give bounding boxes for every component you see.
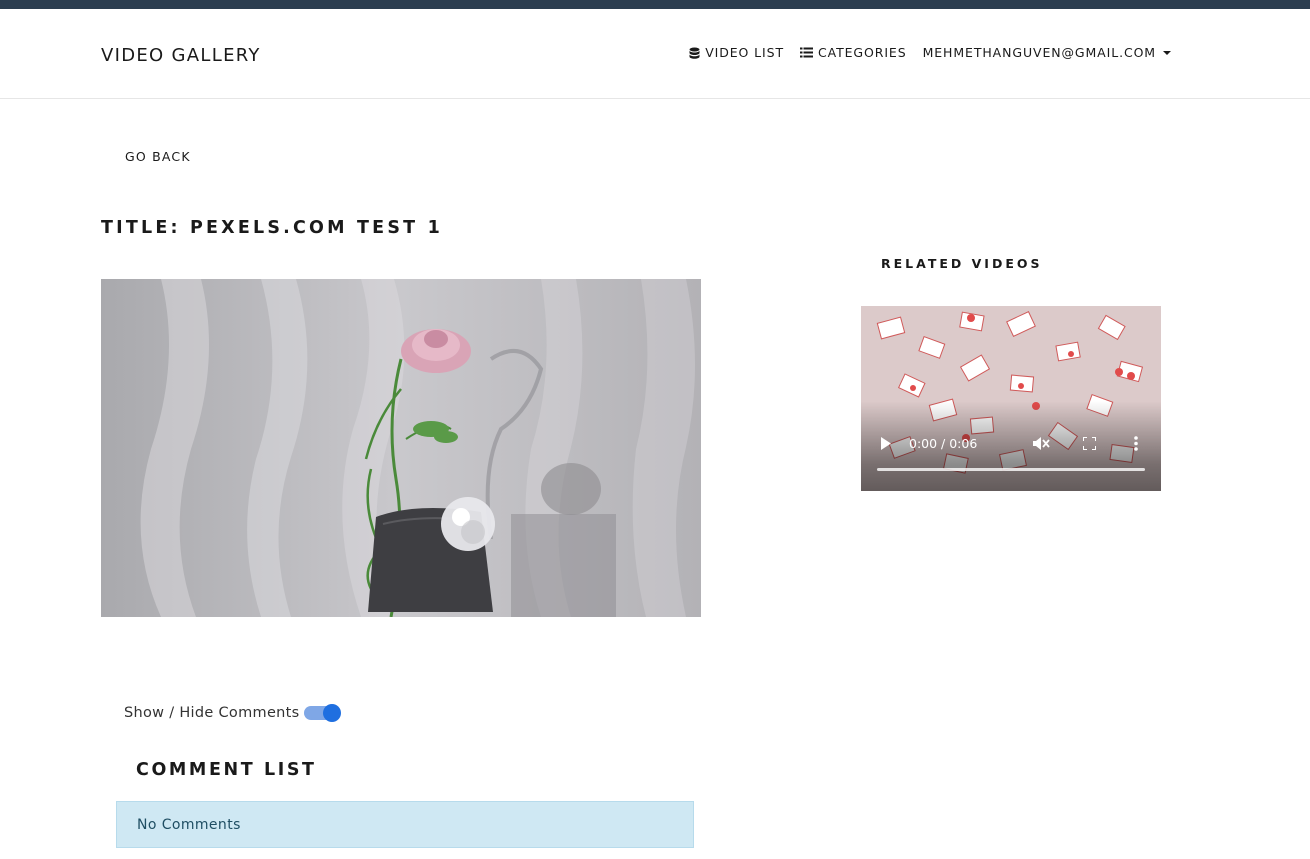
related-video-player[interactable]: 0:00 / 0:06	[861, 306, 1161, 491]
video-title: TITLE: PEXELS.COM TEST 1	[101, 218, 443, 238]
brand-link[interactable]: VIDEO GALLERY	[101, 45, 261, 66]
user-email: MEHMETHANGUVEN@GMAIL.COM	[922, 45, 1156, 60]
video-frame	[101, 279, 701, 617]
top-accent-bar	[0, 0, 1310, 9]
no-comments-text: No Comments	[137, 817, 241, 833]
related-videos-heading: RELATED VIDEOS	[881, 256, 1043, 271]
comment-list-heading: COMMENT LIST	[136, 760, 317, 780]
list-icon	[799, 47, 813, 58]
nav-categories[interactable]: CATEGORIES	[799, 45, 907, 60]
navbar: VIDEO GALLERY VIDEO LIST CATEGORIES MEHM…	[0, 9, 1310, 99]
more-options-icon[interactable]	[1134, 436, 1138, 451]
fullscreen-icon[interactable]	[1083, 437, 1096, 450]
nav-video-list-label: VIDEO LIST	[705, 45, 784, 60]
toggle-knob	[323, 704, 341, 722]
chevron-down-icon	[1163, 50, 1171, 55]
go-back-link[interactable]: GO BACK	[125, 149, 191, 164]
play-icon[interactable]	[880, 437, 892, 450]
mute-icon[interactable]	[1032, 436, 1050, 451]
progress-bar[interactable]	[877, 468, 1145, 471]
nav-user-dropdown[interactable]: MEHMETHANGUVEN@GMAIL.COM	[923, 45, 1171, 60]
comments-toggle-switch[interactable]	[304, 704, 341, 722]
main-video-player[interactable]	[101, 279, 701, 617]
nav-video-list[interactable]: VIDEO LIST	[689, 45, 784, 60]
comments-toggle-label: Show / Hide Comments	[124, 705, 300, 721]
database-icon	[689, 47, 700, 59]
no-comments-alert: No Comments	[116, 801, 694, 848]
nav-links: VIDEO LIST CATEGORIES MEHMETHANGUVEN@GMA…	[689, 45, 1171, 60]
nav-categories-label: CATEGORIES	[817, 45, 907, 60]
video-controls	[861, 401, 1161, 491]
time-display: 0:00 / 0:06	[909, 436, 978, 451]
